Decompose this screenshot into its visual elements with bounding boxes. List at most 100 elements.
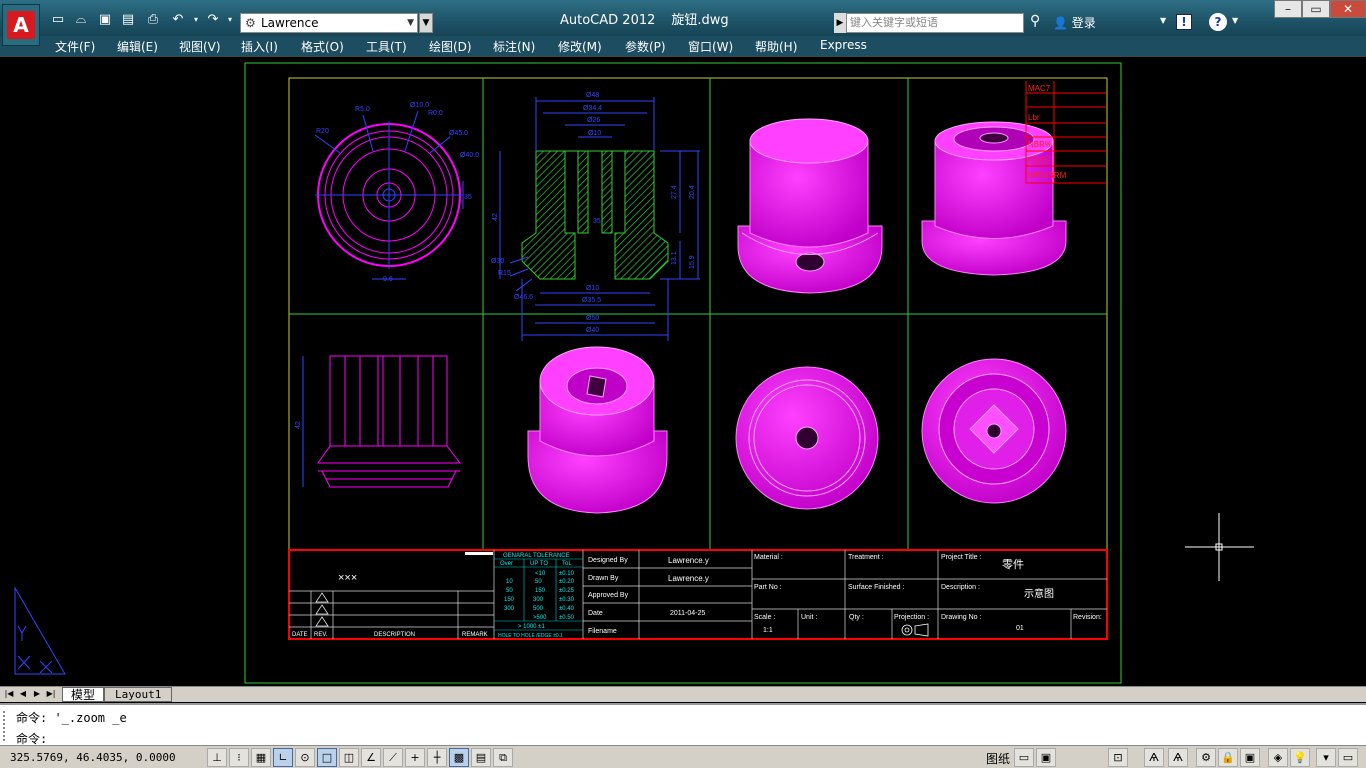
tolerance-cell: ±0.50 xyxy=(559,615,575,621)
projection-symbol-icon xyxy=(901,623,929,637)
description-value: 示意图 xyxy=(1024,587,1054,600)
workspace-switch-icon[interactable]: ⚙ xyxy=(1196,748,1216,767)
new-file-icon[interactable]: ▭ xyxy=(50,12,66,28)
dim-label: Ø40 xyxy=(586,327,599,334)
command-window-grip[interactable] xyxy=(3,711,9,741)
dim-label: Ø30 xyxy=(491,258,504,265)
redo-icon[interactable]: ↷ xyxy=(205,12,221,28)
tolerance-cell: ±0.30 xyxy=(559,597,575,603)
dim-label: Ø40.0 xyxy=(460,152,479,159)
chevron-down-icon[interactable]: ▼ xyxy=(1160,16,1166,25)
menu-edit[interactable]: 编辑(E) xyxy=(117,38,158,55)
annotation-visibility-icon[interactable]: Ѧ xyxy=(1168,748,1188,767)
crosshair-cursor xyxy=(1185,513,1254,581)
next-tab-icon[interactable]: ▶ xyxy=(32,688,42,700)
first-tab-icon[interactable]: |◀ xyxy=(4,688,14,700)
dim-label: Ø26 xyxy=(587,117,600,124)
grid-display-icon[interactable]: ▦ xyxy=(251,748,271,767)
unit-label: Unit : xyxy=(801,614,817,621)
help-icon[interactable]: ? xyxy=(1209,13,1227,31)
tolerance-cell: 150 xyxy=(535,588,546,594)
snap-mode-icon[interactable]: ⁝ xyxy=(229,748,249,767)
last-tab-icon[interactable]: ▶| xyxy=(46,688,56,700)
clean-screen-icon[interactable]: ▭ xyxy=(1338,748,1358,767)
render-iso-bottom xyxy=(737,118,883,294)
infer-constraints-icon[interactable]: ⊥ xyxy=(207,748,227,767)
undo-icon[interactable]: ↶ xyxy=(170,12,186,28)
dim-label: Ø46.6 xyxy=(514,294,533,301)
redo-dropdown-icon[interactable]: ▾ xyxy=(222,12,238,28)
object-snap-icon[interactable]: □ xyxy=(317,748,337,767)
maximize-button[interactable]: ▭ xyxy=(1302,0,1330,18)
chevron-down-icon[interactable]: ▼ xyxy=(1232,16,1238,25)
exchange-icon[interactable]: ! xyxy=(1176,14,1192,30)
drawing-canvas[interactable]: R5.0 Ø10.0 R0.0 R20 Ø45.0 Ø40.0 9.6 35 Ø… xyxy=(0,56,1366,686)
material-label: Material : xyxy=(754,554,783,561)
drawing-svg: R5.0 Ø10.0 R0.0 R20 Ø45.0 Ø40.0 9.6 35 Ø… xyxy=(14,62,1254,684)
login-button[interactable]: 👤 登录 xyxy=(1053,14,1096,31)
menu-file[interactable]: 文件(F) xyxy=(55,38,95,55)
application-menu-button[interactable]: A xyxy=(2,4,40,46)
isolate-objects-icon[interactable]: ◈ xyxy=(1268,748,1288,767)
quick-access-dropdown[interactable]: ▼ xyxy=(419,13,433,33)
dim-label: Ø50 xyxy=(586,315,599,322)
menu-window[interactable]: 窗口(W) xyxy=(688,38,733,55)
close-button[interactable]: ✕ xyxy=(1330,0,1366,18)
menu-insert[interactable]: 插入(I) xyxy=(241,38,278,55)
quick-view-drawings-icon[interactable]: ▣ xyxy=(1036,748,1056,767)
minimize-button[interactable]: – xyxy=(1274,0,1302,18)
dim-label: Ø45.0 xyxy=(449,130,468,137)
quick-view-layouts-icon[interactable]: ▭ xyxy=(1014,748,1034,767)
window-title: AutoCAD 2012 旋钮.dwg xyxy=(560,9,729,28)
coordinates-readout: 325.5769, 46.4035, 0.0000 xyxy=(10,751,176,764)
prev-tab-icon[interactable]: ◀ xyxy=(18,688,28,700)
menu-help[interactable]: 帮助(H) xyxy=(755,38,797,55)
tab-model[interactable]: 模型 xyxy=(62,687,105,702)
help-search-input[interactable]: 键入关键字或短语 xyxy=(846,13,1024,33)
open-file-icon[interactable]: ⌓ xyxy=(73,12,89,28)
menu-draw[interactable]: 绘图(D) xyxy=(429,38,472,55)
save-icon[interactable]: ▣ xyxy=(97,12,113,28)
side-view xyxy=(317,355,462,488)
tolerance-title: GENARAL TOLERANCE xyxy=(503,553,570,559)
menu-express[interactable]: Express xyxy=(820,38,867,52)
drawn-by-label: Drawn By xyxy=(588,575,619,582)
maximize-viewport-icon[interactable]: ⊡ xyxy=(1108,748,1128,767)
lineweight-icon[interactable]: ┼ xyxy=(427,748,447,767)
dim-label: R5.0 xyxy=(355,106,370,113)
status-menu-icon[interactable]: ▾ xyxy=(1316,748,1336,767)
lightbulb-icon[interactable]: 💡 xyxy=(1290,748,1310,767)
rev-header: REMARK xyxy=(462,632,488,638)
menu-format[interactable]: 格式(O) xyxy=(301,38,344,55)
dynamic-input-icon[interactable]: + xyxy=(405,748,425,767)
tolerance-header: ToL xyxy=(562,561,572,567)
paper-model-toggle[interactable]: 图纸 xyxy=(986,750,1010,767)
ortho-mode-icon[interactable]: ∟ xyxy=(273,748,293,767)
print-icon[interactable]: ⎙ xyxy=(145,12,161,28)
annotation-scale-icon[interactable]: Ѧ xyxy=(1144,748,1164,767)
scale-value: 1:1 xyxy=(763,627,773,634)
description-label: Description : xyxy=(941,584,980,591)
selection-cycling-icon[interactable]: ⧉ xyxy=(493,748,513,767)
dim-label: 15.9 xyxy=(689,255,696,269)
lock-icon[interactable]: 🔒 xyxy=(1218,748,1238,767)
transparency-icon[interactable]: ▩ xyxy=(449,748,469,767)
polar-tracking-icon[interactable]: ⊙ xyxy=(295,748,315,767)
tab-layout1[interactable]: Layout1 xyxy=(104,687,173,702)
dynamic-ucs-icon[interactable]: ⟋ xyxy=(383,748,403,767)
workspace-selector[interactable]: ⚙ Lawrence ▼ xyxy=(240,13,418,33)
menu-modify[interactable]: 修改(M) xyxy=(558,38,602,55)
search-expand-icon[interactable]: ▶ xyxy=(834,13,846,33)
save-as-icon[interactable]: ▤ xyxy=(120,12,136,28)
menu-view[interactable]: 视图(V) xyxy=(179,38,221,55)
3d-object-snap-icon[interactable]: ◫ xyxy=(339,748,359,767)
undo-dropdown-icon[interactable]: ▾ xyxy=(188,12,204,28)
menu-dimension[interactable]: 标注(N) xyxy=(493,38,535,55)
quick-properties-icon[interactable]: ▤ xyxy=(471,748,491,767)
menu-parametric[interactable]: 参数(P) xyxy=(625,38,666,55)
app-title: AutoCAD 2012 xyxy=(560,13,656,28)
menu-tools[interactable]: 工具(T) xyxy=(366,38,407,55)
binoculars-icon[interactable]: ⚲ xyxy=(1030,13,1040,29)
object-snap-tracking-icon[interactable]: ∠ xyxy=(361,748,381,767)
hardware-acceleration-icon[interactable]: ▣ xyxy=(1240,748,1260,767)
